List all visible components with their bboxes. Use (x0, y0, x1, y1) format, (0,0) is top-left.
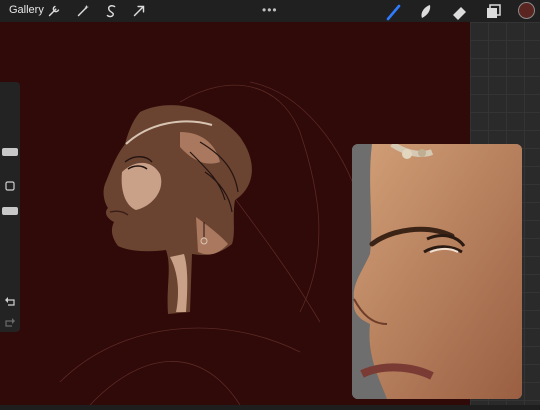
top-toolbar: Gallery ••• (0, 0, 540, 22)
brush-icon[interactable] (384, 2, 404, 22)
reference-photo (352, 144, 522, 399)
gallery-button[interactable]: Gallery (9, 4, 44, 16)
modify-button[interactable] (5, 181, 15, 191)
opacity-slider[interactable] (2, 207, 18, 215)
selection-s-icon[interactable] (102, 2, 120, 20)
smudge-icon[interactable] (416, 2, 436, 22)
color-swatch-button[interactable] (518, 2, 535, 19)
eraser-icon[interactable] (450, 2, 470, 22)
more-dots[interactable]: ••• (262, 3, 278, 17)
wrench-icon[interactable] (45, 2, 63, 20)
reference-photo-window[interactable] (352, 144, 522, 399)
layers-icon[interactable] (484, 2, 504, 22)
redo-icon[interactable] (4, 316, 16, 328)
left-sidebar (0, 82, 20, 332)
move-arrow-icon[interactable] (130, 2, 148, 20)
magic-wand-icon[interactable] (74, 2, 92, 20)
undo-icon[interactable] (4, 295, 16, 307)
brush-size-slider[interactable] (2, 148, 18, 156)
